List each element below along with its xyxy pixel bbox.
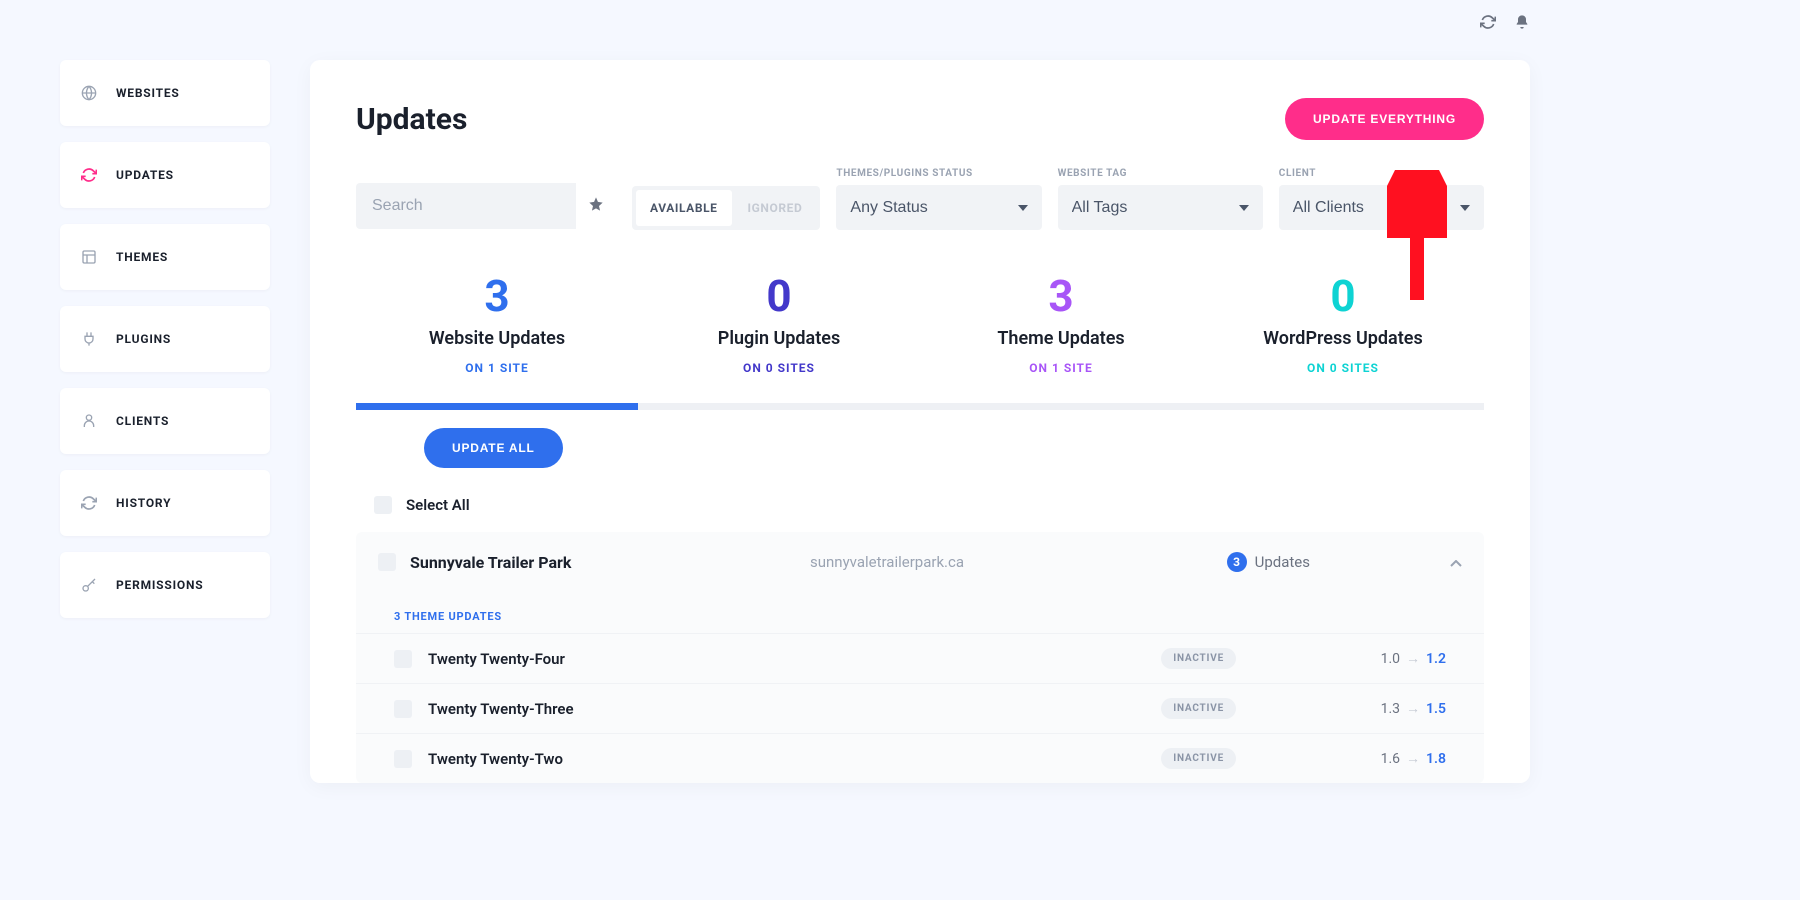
updates-count-badge: 3 [1227, 552, 1247, 572]
search-input[interactable] [356, 183, 576, 229]
theme-version: 1.6→1.8 [1366, 750, 1446, 767]
sidebar-label: HISTORY [116, 496, 171, 510]
filter-label-status: THEMES/PLUGINS STATUS [836, 168, 1041, 179]
site-url: sunnyvaletrailerpark.ca [810, 553, 1227, 571]
stat-number: 0 [638, 274, 920, 318]
theme-name: Twenty Twenty-Two [428, 750, 1161, 768]
stat-theme-updates[interactable]: 3 Theme Updates ON 1 SITE [920, 274, 1202, 410]
sidebar-item-plugins[interactable]: PLUGINS [60, 306, 270, 372]
stats-row: 3 Website Updates ON 1 SITE 0 Plugin Upd… [356, 274, 1484, 410]
topbar [1480, 14, 1530, 34]
theme-version: 1.3→1.5 [1366, 700, 1446, 717]
stat-number: 0 [1202, 274, 1484, 318]
bell-icon[interactable] [1514, 14, 1530, 34]
sidebar-label: UPDATES [116, 168, 174, 182]
stat-label: Plugin Updates [638, 328, 920, 349]
page-title: Updates [356, 102, 467, 137]
theme-checkbox[interactable] [394, 700, 412, 718]
refresh-icon[interactable] [1480, 14, 1496, 34]
theme-version: 1.0→1.2 [1366, 650, 1446, 667]
sidebar-item-history[interactable]: HISTORY [60, 470, 270, 536]
sidebar-item-clients[interactable]: CLIENTS [60, 388, 270, 454]
stat-website-updates[interactable]: 3 Website Updates ON 1 SITE [356, 274, 638, 410]
sidebar-item-permissions[interactable]: PERMISSIONS [60, 552, 270, 618]
updates-label: Updates [1255, 553, 1310, 571]
chevron-up-icon[interactable] [1450, 553, 1462, 572]
theme-section-header: 3 THEME UPDATES [356, 592, 1484, 633]
theme-status-badge: INACTIVE [1161, 648, 1236, 669]
select-all-checkbox[interactable] [374, 496, 392, 514]
filter-label-tag: WEBSITE TAG [1058, 168, 1263, 179]
stat-number: 3 [356, 274, 638, 318]
update-everything-button[interactable]: UPDATE EVERYTHING [1285, 98, 1484, 140]
client-select[interactable]: All Clients [1279, 185, 1484, 230]
stat-wordpress-updates[interactable]: 0 WordPress Updates ON 0 SITES [1202, 274, 1484, 410]
theme-row: Twenty Twenty-Three INACTIVE 1.3→1.5 [356, 683, 1484, 733]
user-icon [80, 412, 98, 430]
select-all-label: Select All [406, 496, 470, 514]
status-segment: AVAILABLE IGNORED [632, 186, 820, 230]
key-icon [80, 576, 98, 594]
sidebar-item-websites[interactable]: WEBSITES [60, 60, 270, 126]
status-select[interactable]: Any Status [836, 185, 1041, 230]
sidebar-label: THEMES [116, 250, 168, 264]
stat-label: WordPress Updates [1202, 328, 1484, 349]
history-icon [80, 494, 98, 512]
sidebar-item-themes[interactable]: THEMES [60, 224, 270, 290]
update-all-button[interactable]: UPDATE ALL [424, 428, 563, 468]
filter-label-client: CLIENT [1279, 168, 1484, 179]
stat-label: Theme Updates [920, 328, 1202, 349]
tag-select[interactable]: All Tags [1058, 185, 1263, 230]
theme-checkbox[interactable] [394, 650, 412, 668]
sidebar-label: PERMISSIONS [116, 578, 203, 592]
theme-row: Twenty Twenty-Four INACTIVE 1.0→1.2 [356, 633, 1484, 683]
theme-row: Twenty Twenty-Two INACTIVE 1.6→1.8 [356, 733, 1484, 783]
tab-available[interactable]: AVAILABLE [636, 190, 732, 226]
globe-icon [80, 84, 98, 102]
site-name: Sunnyvale Trailer Park [410, 553, 810, 572]
theme-name: Twenty Twenty-Four [428, 650, 1161, 668]
star-icon[interactable] [576, 182, 616, 230]
sidebar-item-updates[interactable]: UPDATES [60, 142, 270, 208]
stat-plugin-updates[interactable]: 0 Plugin Updates ON 0 SITES [638, 274, 920, 410]
site-header[interactable]: Sunnyvale Trailer Park sunnyvaletrailerp… [356, 532, 1484, 592]
stat-sub: ON 1 SITE [356, 361, 638, 375]
stat-sub: ON 1 SITE [920, 361, 1202, 375]
theme-name: Twenty Twenty-Three [428, 700, 1161, 718]
theme-checkbox[interactable] [394, 750, 412, 768]
filters: AVAILABLE IGNORED THEMES/PLUGINS STATUS … [356, 168, 1484, 230]
theme-status-badge: INACTIVE [1161, 748, 1236, 769]
plug-icon [80, 330, 98, 348]
sidebar-label: WEBSITES [116, 86, 180, 100]
theme-status-badge: INACTIVE [1161, 698, 1236, 719]
stat-label: Website Updates [356, 328, 638, 349]
sidebar: WEBSITES UPDATES THEMES PLUGINS CLIENTS … [60, 60, 270, 783]
site-card: Sunnyvale Trailer Park sunnyvaletrailerp… [356, 532, 1484, 783]
tab-ignored[interactable]: IGNORED [734, 190, 817, 226]
refresh-icon [80, 166, 98, 184]
stat-sub: ON 0 SITES [638, 361, 920, 375]
layout-icon [80, 248, 98, 266]
site-checkbox[interactable] [378, 553, 396, 571]
stat-sub: ON 0 SITES [1202, 361, 1484, 375]
sidebar-label: CLIENTS [116, 414, 169, 428]
main-panel: Updates UPDATE EVERYTHING AVAILABLE IGNO… [310, 60, 1530, 783]
sidebar-label: PLUGINS [116, 332, 171, 346]
stat-number: 3 [920, 274, 1202, 318]
